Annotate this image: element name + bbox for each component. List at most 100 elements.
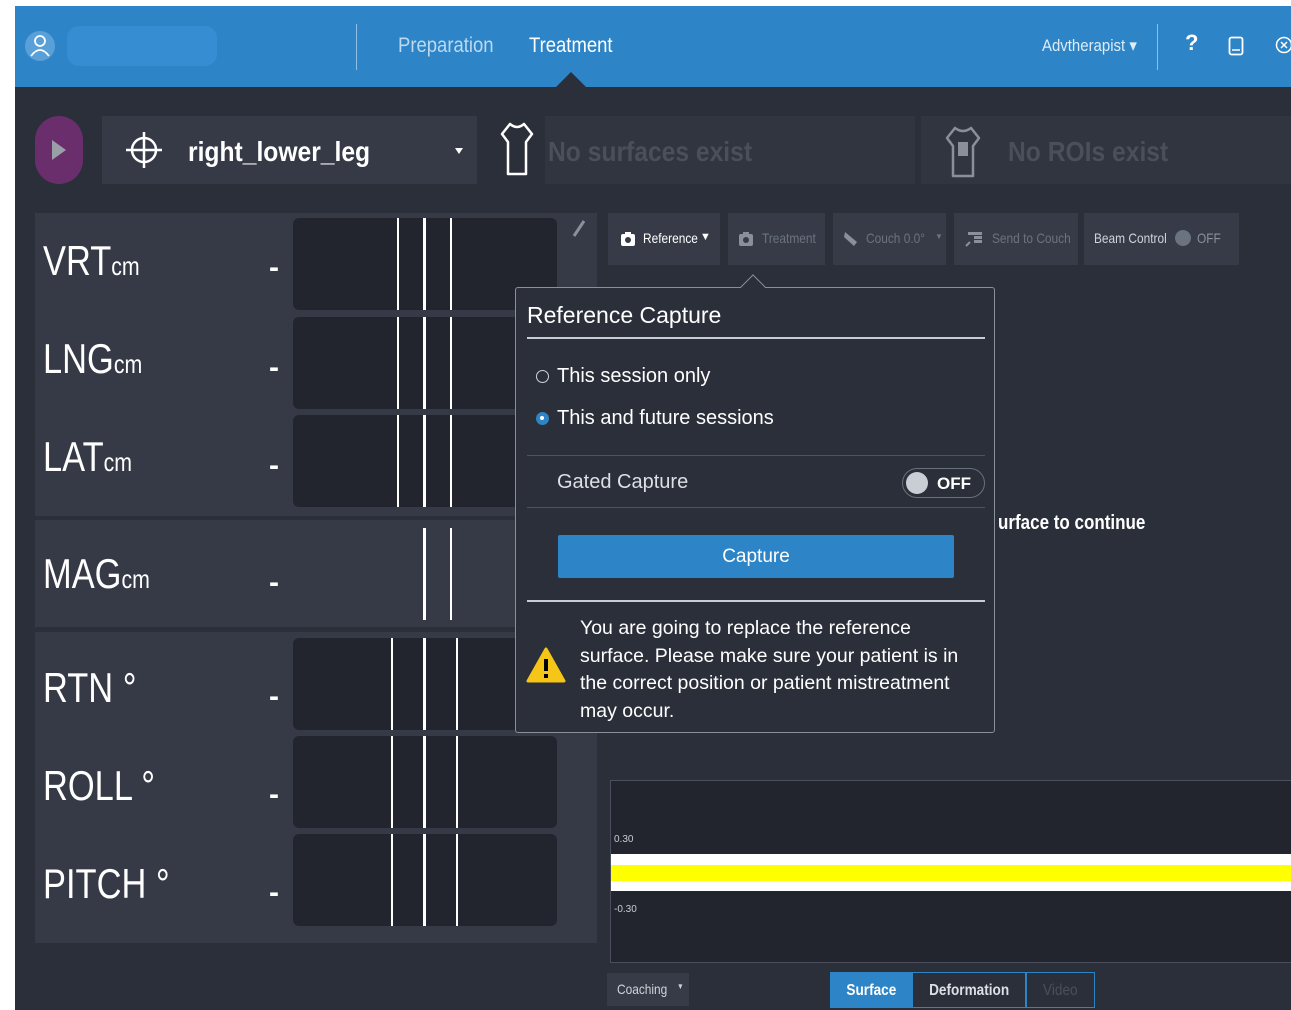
beam-control-toggle[interactable]: Beam Control OFF [1084,213,1239,265]
axis-unit: ° [122,664,137,711]
divider [527,507,985,508]
user-menu-label: Advtherapist [1042,36,1126,55]
delta-meter [293,736,557,828]
chevron-down-icon [455,148,463,154]
surface-body-icon[interactable] [500,120,534,183]
axis-unit: ° [141,762,156,809]
view-surface-tab[interactable]: Surface [830,972,912,1008]
active-tab-indicator [555,72,587,88]
delta-label-lat: LATcm [43,433,132,481]
axis-unit: cm [111,251,140,281]
view-video-tab[interactable]: Video [1026,972,1095,1008]
view-label: Surface [846,982,896,999]
chevron-down-icon: ▼ [935,232,943,241]
toggle-knob [906,472,928,494]
axis-name: MAG [43,550,122,597]
magnitude-panel: MAGcm - [35,520,597,627]
reference-label: Reference [643,230,698,246]
axis-name: VRT [43,237,112,284]
treatment-capture-button[interactable]: Treatment [728,213,825,265]
beam-state: OFF [1197,230,1221,246]
delta-label-vrt: VRTcm [43,237,140,285]
crosshair-icon [126,132,162,168]
couch-button[interactable]: Couch 0.0° ▼ [833,213,946,265]
user-name-blurred [67,26,217,66]
delta-value: - [269,778,279,811]
user-menu[interactable]: Advtherapist ▾ [1042,36,1137,56]
site-name: right_lower_leg [188,136,371,167]
tab-preparation[interactable]: Preparation [398,34,494,58]
divider [1157,24,1158,70]
help-icon[interactable]: ? [1185,30,1198,56]
gated-capture-toggle[interactable]: OFF [902,468,985,498]
capture-button[interactable]: Capture [558,535,954,578]
translation-panel: VRTcm - LNGcm - LATcm - [35,213,597,516]
send-to-couch-button[interactable]: Send to Couch [954,213,1078,265]
option-label: This session only [557,365,711,387]
axis-name: LNG [43,335,114,382]
delta-value: - [269,449,279,482]
reference-button[interactable]: Reference ▼ [608,213,720,265]
tablet-icon[interactable] [1228,36,1244,61]
upper-tick-label: 0.30 [614,834,634,845]
band-border-top [611,854,1291,865]
reference-capture-popup: Reference Capture This session only This… [515,274,995,733]
radio-selected-icon [536,412,549,425]
axis-name: RTN [43,664,114,711]
delta-label-rtn: RTN ° [43,664,137,712]
close-icon[interactable] [1275,36,1291,59]
rotation-panel: RTN ° - ROLL ° - PITCH ° - [35,632,597,943]
chevron-down-icon: ▼ [700,231,711,243]
axis-unit: cm [121,564,150,594]
tab-treatment[interactable]: Treatment [529,34,613,58]
view-label: Video [1043,982,1078,999]
divider [527,337,985,339]
send-couch-icon [965,232,982,247]
treatment-label: Treatment [762,230,816,246]
top-bar: Preparation Treatment Advtherapist ▾ ? [15,6,1291,88]
option-session-only[interactable]: This session only [536,365,710,388]
camera-icon [739,232,753,246]
lower-tick-label: -0.30 [614,904,637,915]
axis-unit: ° [155,860,170,907]
delta-value: - [269,566,279,599]
delta-label-roll: ROLL ° [43,762,155,810]
gated-capture-label: Gated Capture [557,471,689,493]
delta-meter [293,834,557,926]
radio-icon [536,370,549,383]
beam-control-label: Beam Control [1094,230,1167,246]
no-surfaces-text: No surfaces exist [548,136,753,167]
coaching-dropdown[interactable]: Coaching ▼ [607,973,689,1006]
warning-text: You are going to replace the reference s… [580,617,959,722]
toggle-knob [1175,230,1191,246]
delta-value: - [269,680,279,713]
motion-chart: 0.30 -0.30 [610,780,1291,963]
axis-name: LAT [43,433,104,480]
site-selector[interactable]: right_lower_leg [102,116,477,184]
chevron-down-icon: ▼ [677,982,684,991]
popup-title: Reference Capture [527,302,722,328]
option-label: This and future sessions [557,407,774,429]
roi-selector[interactable]: No ROIs exist [921,116,1291,184]
user-avatar-icon[interactable] [23,24,57,68]
edit-pencil-icon[interactable] [571,218,587,243]
delta-label-mag: MAGcm [43,550,150,598]
divider [527,600,985,602]
option-future-sessions[interactable]: This and future sessions [536,407,774,430]
axis-name: PITCH [43,860,147,907]
delta-value: - [269,351,279,384]
delta-value: - [269,251,279,284]
surface-selector[interactable]: No surfaces exist [545,116,915,184]
divider [527,455,985,456]
delta-label-pitch: PITCH ° [43,860,170,908]
delta-value: - [269,876,279,909]
play-button[interactable] [35,116,83,184]
delta-label-lng: LNGcm [43,335,142,383]
roi-body-icon [945,126,981,178]
band-border-bottom [611,881,1291,891]
couch-icon [844,232,857,246]
view-deformation-tab[interactable]: Deformation [912,972,1026,1008]
camera-icon [621,232,635,246]
send-to-couch-label: Send to Couch [992,230,1071,246]
app-window: Preparation Treatment Advtherapist ▾ ? r… [15,6,1291,1010]
